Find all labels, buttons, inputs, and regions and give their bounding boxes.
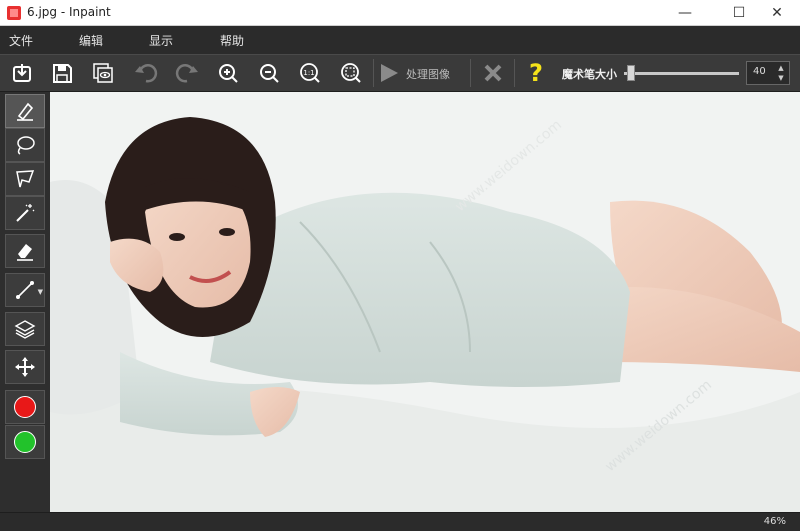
layers-icon [14,320,36,339]
photo-image: www.weidown.com www.weidown.com [50,92,800,512]
brush-size-slider[interactable] [624,72,739,75]
spin-down-icon[interactable]: ▼ [775,73,787,83]
polygon-lasso-tool-button[interactable] [5,162,45,196]
undo-button[interactable] [131,58,161,88]
zoom-fit-button[interactable] [336,58,366,88]
save-button[interactable] [47,58,77,88]
lasso-icon [17,136,35,155]
app-icon [7,6,21,20]
import-icon [13,64,31,82]
toolbar-separator [373,59,374,87]
redo-button[interactable] [172,58,202,88]
status-bar: 46% [0,512,800,531]
magic-wand-icon [16,204,35,222]
line-icon [16,281,34,299]
zoom-out-button[interactable] [254,58,284,88]
save-icon [53,64,72,83]
menu-help[interactable]: 帮助 [220,32,244,49]
spin-up-icon[interactable]: ▲ [775,63,787,73]
green-marker-icon [14,431,36,453]
layers-button[interactable] [5,312,45,346]
zoom-fit-icon [341,63,361,83]
toolbar: 1:1 处理图像 ? 魔术笔大小 40 ▲ ▼ [0,54,800,92]
minimize-button[interactable]: — [662,0,708,26]
brush-size-slider-thumb[interactable] [626,65,635,81]
maximize-icon: ☐ [732,5,746,21]
help-button[interactable]: ? [521,58,551,88]
cancel-button[interactable] [478,58,508,88]
toolbar-separator [470,59,471,87]
marker-icon [17,102,34,121]
red-marker-button[interactable] [5,390,45,424]
zoom-in-icon [219,64,238,83]
import-button[interactable] [7,58,37,88]
process-image-label: 处理图像 [406,68,450,81]
zoom-actual-text: 1:1 [303,69,314,77]
cancel-icon [484,64,502,82]
polygon-lasso-icon [16,170,35,188]
title-bar: 6.jpg - Inpaint — ☐ ✕ [0,0,800,26]
tool-sidebar: ▼ [0,92,50,512]
move-tool-button[interactable] [5,350,45,384]
save-copy-icon [93,63,113,83]
zoom-level: 46% [763,516,786,527]
save-copy-button[interactable] [88,58,118,88]
menu-file[interactable]: 文件 [9,32,33,49]
marker-tool-button[interactable] [5,94,45,128]
help-icon: ? [529,59,543,87]
green-marker-button[interactable] [5,425,45,459]
play-icon [381,64,398,82]
red-marker-icon [14,396,36,418]
brush-size-value[interactable]: 40 [753,66,766,77]
lasso-tool-button[interactable] [5,128,45,162]
zoom-actual-button[interactable]: 1:1 [295,58,325,88]
toolbar-separator [514,59,515,87]
eraser-icon [17,244,33,261]
brush-size-label: 魔术笔大小 [562,68,617,81]
move-icon [15,357,35,377]
zoom-actual-icon: 1:1 [300,63,320,83]
image-canvas[interactable]: www.weidown.com www.weidown.com [50,92,800,512]
undo-icon [135,63,158,83]
menu-edit[interactable]: 编辑 [79,32,103,49]
close-button[interactable]: ✕ [754,0,800,26]
zoom-out-icon [260,64,279,83]
dropdown-arrow-icon[interactable]: ▼ [38,288,43,296]
line-tool-button[interactable]: ▼ [5,273,45,307]
magic-wand-tool-button[interactable] [5,196,45,230]
brush-size-spinbox[interactable]: 40 ▲ ▼ [746,61,790,85]
menu-bar: 文件 编辑 显示 帮助 [0,26,800,54]
close-icon: ✕ [771,5,783,21]
window-title: 6.jpg - Inpaint [27,5,111,19]
eraser-tool-button[interactable] [5,234,45,268]
redo-icon [175,63,198,83]
menu-view[interactable]: 显示 [149,32,173,49]
minimize-icon: — [678,5,692,21]
zoom-in-button[interactable] [213,58,243,88]
